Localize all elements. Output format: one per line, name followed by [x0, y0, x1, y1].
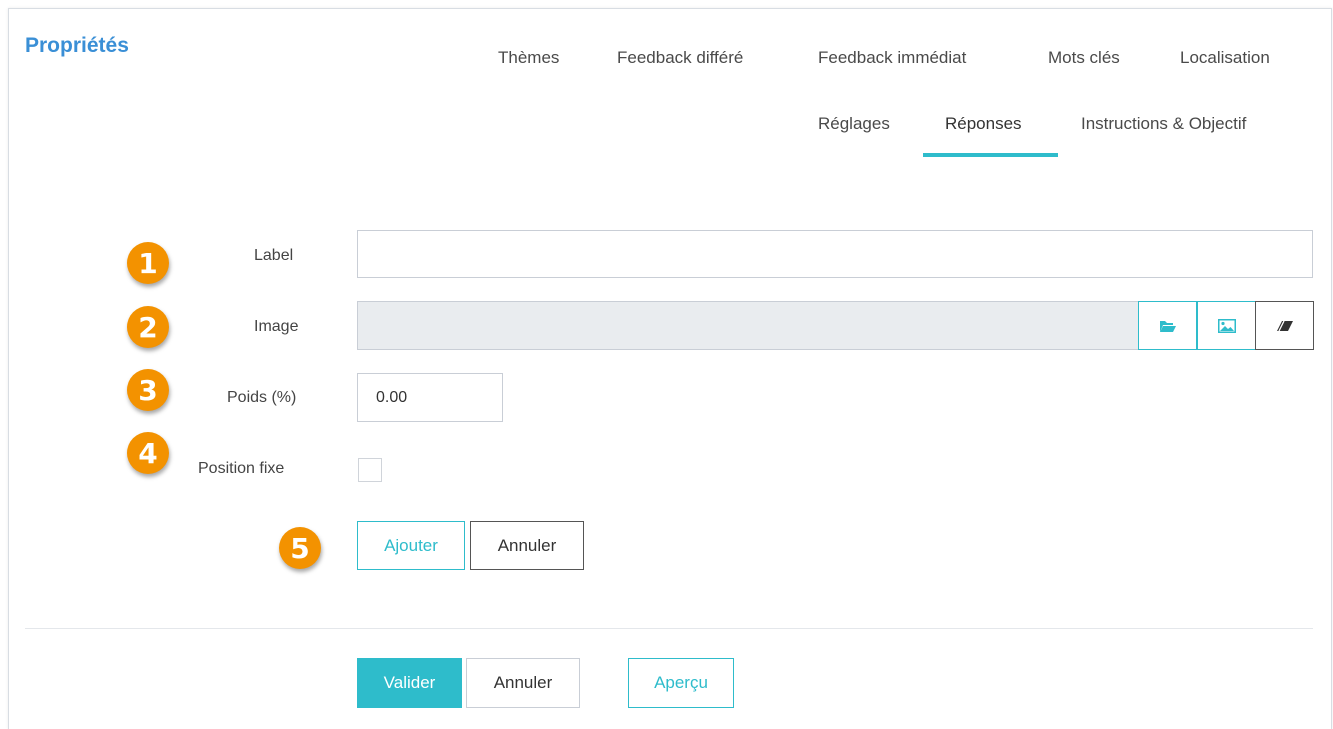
- footer-cancel-button[interactable]: Annuler: [466, 658, 580, 708]
- tab-instructions-objectif[interactable]: Instructions & Objectif: [1081, 114, 1246, 134]
- image-field-label: Image: [254, 318, 299, 335]
- active-tab-indicator: [923, 153, 1058, 157]
- weight-field-label: Poids (%): [227, 389, 297, 406]
- folder-open-icon: [1159, 320, 1176, 332]
- tab-reponses[interactable]: Réponses: [945, 114, 1022, 134]
- footer-divider: [25, 628, 1313, 629]
- tab-feedback-differe[interactable]: Feedback différé: [617, 48, 743, 68]
- preview-button[interactable]: Aperçu: [628, 658, 734, 708]
- cancel-add-button[interactable]: Annuler: [470, 521, 584, 570]
- add-button[interactable]: Ajouter: [357, 521, 465, 570]
- step-badge-1: 1: [127, 242, 169, 284]
- preview-image-button[interactable]: [1197, 301, 1256, 350]
- step-badge-3: 3: [127, 369, 169, 411]
- label-input[interactable]: [357, 230, 1313, 278]
- clear-image-button[interactable]: [1255, 301, 1314, 350]
- tab-feedback-immediat[interactable]: Feedback immédiat: [818, 48, 966, 68]
- validate-button[interactable]: Valider: [357, 658, 462, 708]
- step-badge-4: 4: [127, 432, 169, 474]
- tab-themes[interactable]: Thèmes: [498, 48, 559, 68]
- fixed-position-label: Position fixe: [198, 460, 285, 477]
- image-input: [357, 301, 1139, 350]
- step-badge-2: 2: [127, 306, 169, 348]
- weight-input[interactable]: [357, 373, 503, 422]
- tab-reglages[interactable]: Réglages: [818, 114, 890, 134]
- browse-image-button[interactable]: [1138, 301, 1197, 350]
- label-field-label: Label: [254, 247, 294, 264]
- tab-mots-cles[interactable]: Mots clés: [1048, 48, 1120, 68]
- picture-icon: [1217, 318, 1236, 333]
- tab-localisation[interactable]: Localisation: [1180, 48, 1270, 68]
- step-badge-5: 5: [279, 527, 321, 569]
- panel-title: Propriétés: [25, 34, 129, 57]
- fixed-position-checkbox[interactable]: [358, 458, 382, 482]
- eraser-icon: [1276, 320, 1293, 331]
